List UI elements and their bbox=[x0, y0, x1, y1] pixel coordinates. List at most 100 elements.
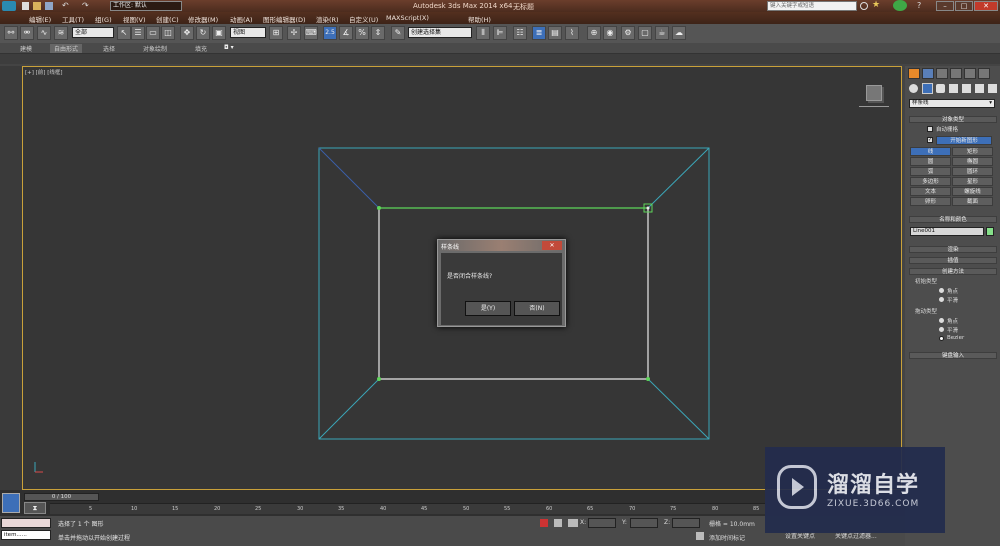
menu-civil-view[interactable]: MAXScript(X) bbox=[386, 14, 429, 22]
selection-lock-icon[interactable] bbox=[554, 519, 562, 527]
menu-edit[interactable]: 编辑(E) bbox=[29, 14, 51, 24]
scene-explorer-icon[interactable]: ☷ bbox=[513, 26, 527, 40]
star-button[interactable]: 星形 bbox=[952, 177, 993, 186]
z-coord-field[interactable] bbox=[672, 518, 700, 528]
drag-smooth-radio[interactable] bbox=[939, 327, 944, 332]
hierarchy-tab-icon[interactable] bbox=[936, 68, 948, 79]
menu-modifiers[interactable]: 修改器(M) bbox=[188, 14, 218, 24]
link-icon[interactable]: ⚯ bbox=[4, 26, 18, 40]
ribbon-tab-freeform[interactable]: 自由形式 bbox=[50, 44, 83, 53]
material-editor-icon[interactable]: ◉ bbox=[603, 26, 617, 40]
ribbon-tab-populate[interactable]: 填充 bbox=[195, 44, 207, 53]
app-logo-icon[interactable] bbox=[2, 1, 16, 11]
search-icon[interactable] bbox=[860, 2, 868, 10]
keyboard-entry-rollout-header[interactable]: 键盘输入 bbox=[909, 352, 997, 359]
arc-button[interactable]: 弧 bbox=[910, 167, 951, 176]
helix-button[interactable]: 螺旋线 bbox=[952, 187, 993, 196]
donut-button[interactable]: 圆环 bbox=[952, 167, 993, 176]
menu-animation[interactable]: 动画(A) bbox=[230, 14, 253, 24]
angle-snap-icon[interactable]: ∡ bbox=[339, 26, 353, 40]
add-time-tag[interactable]: 添加时间标记 bbox=[709, 533, 745, 542]
bind-spacewarp-icon[interactable]: ∿ bbox=[37, 26, 51, 40]
drag-corner-radio[interactable] bbox=[939, 318, 944, 323]
edit-named-selection-icon[interactable]: ✎ bbox=[391, 26, 405, 40]
ribbon-tab-modeling[interactable]: 建模 bbox=[20, 44, 32, 53]
object-color-swatch[interactable] bbox=[986, 227, 994, 236]
name-color-rollout-header[interactable]: 名称和颜色 bbox=[909, 216, 997, 223]
align-icon[interactable]: ⊫ bbox=[493, 26, 507, 40]
dialog-no-button[interactable]: 否(N) bbox=[514, 301, 560, 316]
menu-help[interactable]: 帮助(H) bbox=[468, 14, 491, 24]
maximize-button[interactable]: □ bbox=[955, 1, 973, 11]
time-configuration-icon[interactable]: ⧗ bbox=[24, 502, 46, 514]
interpolation-rollout-header[interactable]: 插值 bbox=[909, 257, 997, 264]
auto-grid-checkbox[interactable] bbox=[927, 126, 933, 132]
maxscript-mini-listener[interactable] bbox=[1, 518, 51, 528]
pivot-center-icon[interactable]: ⊞ bbox=[269, 26, 283, 40]
category-dropdown[interactable]: 样条线 ▾ bbox=[909, 99, 995, 108]
rectangular-selection-icon[interactable]: ▭ bbox=[146, 26, 160, 40]
maxscript-listener-icon[interactable] bbox=[2, 493, 20, 513]
time-slider[interactable]: 0 / 100 bbox=[24, 493, 99, 501]
menu-create[interactable]: 创建(C) bbox=[156, 14, 179, 24]
undo-icon[interactable]: ↶ bbox=[62, 1, 69, 10]
shapes-category-icon[interactable] bbox=[922, 83, 933, 94]
help-icon[interactable]: ? bbox=[917, 1, 921, 10]
egg-button[interactable]: 卵形 bbox=[910, 197, 951, 206]
manipulate-icon[interactable]: ✢ bbox=[287, 26, 301, 40]
spinner-snap-icon[interactable]: ⇕ bbox=[371, 26, 385, 40]
select-by-name-icon[interactable]: ☰ bbox=[131, 26, 145, 40]
rectangle-button[interactable]: 矩形 bbox=[952, 147, 993, 156]
dialog-close-button[interactable]: ✕ bbox=[542, 241, 562, 250]
menu-tools[interactable]: 工具(T) bbox=[62, 14, 84, 24]
menu-graph-editors[interactable]: 图形编辑器(D) bbox=[263, 14, 306, 24]
line-button[interactable]: 线 bbox=[910, 147, 951, 156]
script-input-field[interactable]: item...... bbox=[1, 530, 51, 540]
keyboard-shortcut-icon[interactable]: ⌨ bbox=[304, 26, 318, 40]
quick-access-new-icon[interactable] bbox=[22, 2, 29, 10]
rendering-rollout-header[interactable]: 渲染 bbox=[909, 246, 997, 253]
select-move-icon[interactable]: ✥ bbox=[180, 26, 194, 40]
layers-icon[interactable]: ≋ bbox=[54, 26, 68, 40]
signin-badge-icon[interactable] bbox=[893, 0, 907, 11]
select-rotate-icon[interactable]: ↻ bbox=[196, 26, 210, 40]
selection-filter-dropdown[interactable]: 全部 bbox=[72, 27, 114, 38]
minimize-button[interactable]: – bbox=[936, 1, 954, 11]
geometry-category-icon[interactable] bbox=[909, 84, 918, 93]
named-selection-dropdown[interactable]: 创建选择集 bbox=[408, 27, 472, 38]
time-tag-icon[interactable] bbox=[696, 532, 704, 540]
close-button[interactable]: ✕ bbox=[974, 1, 998, 11]
unlink-icon[interactable]: ⚮ bbox=[20, 26, 34, 40]
motion-tab-icon[interactable] bbox=[950, 68, 962, 79]
search-input[interactable]: 键入关键字或短语 bbox=[767, 1, 857, 11]
spacewarps-category-icon[interactable] bbox=[975, 84, 984, 93]
menu-group[interactable]: 组(G) bbox=[95, 14, 112, 24]
mirror-icon[interactable]: ⫴ bbox=[476, 26, 490, 40]
initial-smooth-radio[interactable] bbox=[939, 297, 944, 302]
ellipse-button[interactable]: 椭圆 bbox=[952, 157, 993, 166]
render-production-icon[interactable]: ☕ bbox=[655, 26, 669, 40]
favorites-star-icon[interactable]: ★ bbox=[872, 0, 880, 10]
select-object-icon[interactable]: ↖ bbox=[117, 26, 131, 40]
menu-rendering[interactable]: 渲染(R) bbox=[316, 14, 339, 24]
lights-category-icon[interactable] bbox=[936, 84, 945, 93]
window-crossing-icon[interactable]: ◫ bbox=[161, 26, 175, 40]
ngon-button[interactable]: 多边形 bbox=[910, 177, 951, 186]
schematic-view-icon[interactable]: ⊕ bbox=[587, 26, 601, 40]
x-coord-field[interactable] bbox=[588, 518, 616, 528]
menu-customize[interactable]: 自定义(U) bbox=[349, 14, 378, 24]
render-cloud-icon[interactable]: ☁ bbox=[672, 26, 686, 40]
create-tab-icon[interactable] bbox=[908, 68, 920, 79]
circle-button[interactable]: 圆 bbox=[910, 157, 951, 166]
utilities-tab-icon[interactable] bbox=[978, 68, 990, 79]
section-button[interactable]: 截面 bbox=[952, 197, 993, 206]
initial-corner-radio[interactable] bbox=[939, 288, 944, 293]
reference-coord-dropdown[interactable]: 视图 bbox=[230, 27, 266, 38]
workspace-selector[interactable]: 工作区: 默认 bbox=[110, 1, 182, 11]
percent-snap-icon[interactable]: % bbox=[355, 26, 369, 40]
drag-bezier-radio[interactable] bbox=[939, 336, 944, 341]
quick-access-open-icon[interactable] bbox=[33, 2, 41, 10]
render-setup-icon[interactable]: ⚙ bbox=[621, 26, 635, 40]
text-button[interactable]: 文本 bbox=[910, 187, 951, 196]
start-new-shape-button[interactable]: 开始新图形 bbox=[936, 136, 992, 145]
